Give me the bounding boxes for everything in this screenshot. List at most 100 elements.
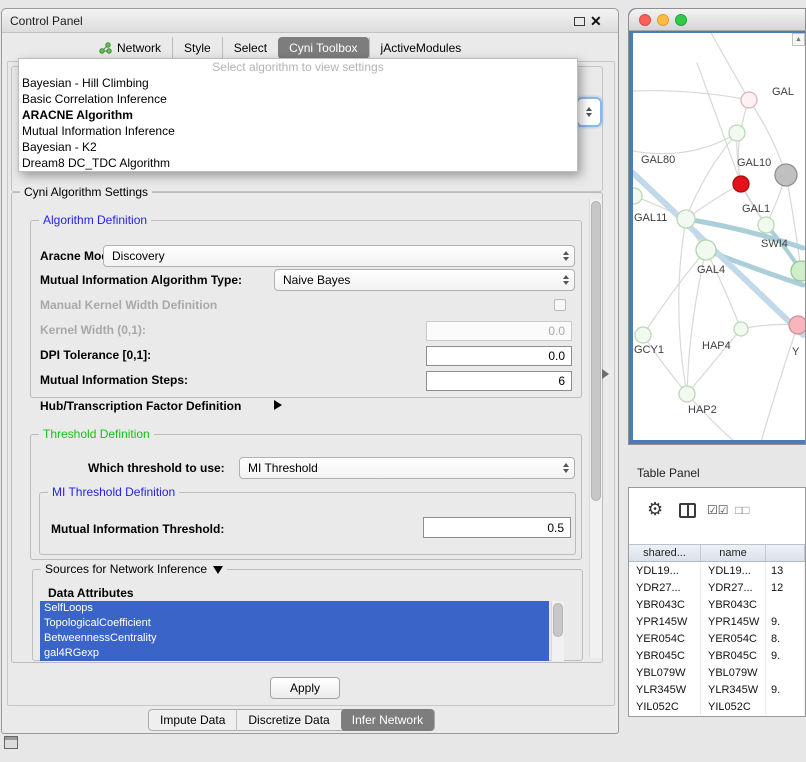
hub-definition-label[interactable]: Hub/Transcription Factor Definition <box>40 399 241 413</box>
table-cell[interactable]: 9. <box>766 681 805 698</box>
table-cell[interactable]: YLR345W <box>701 681 766 698</box>
tab-impute-data[interactable]: Impute Data <box>149 709 236 731</box>
column-header[interactable]: name <box>701 545 766 561</box>
table-row[interactable]: YBL079WYBL079W <box>629 664 805 681</box>
algorithm-item[interactable]: Bayesian - K2 <box>19 139 577 155</box>
deselect-all-columns-icon[interactable]: □□ <box>735 503 750 517</box>
table-cell[interactable]: 13 <box>766 562 805 579</box>
manual-kernel-checkbox[interactable] <box>554 299 566 311</box>
network-edge[interactable] <box>738 100 749 184</box>
tab-style[interactable]: Style <box>172 37 222 59</box>
show-columns-icon[interactable] <box>679 503 696 518</box>
close-traffic-light[interactable] <box>639 14 651 26</box>
tab-network[interactable]: Network <box>88 37 172 59</box>
network-canvas[interactable]: GALGAL80GAL10GAL11GAL1SWI4GAL4GCY1HAP4HA… <box>633 33 805 440</box>
table-cell[interactable]: YDL19... <box>701 562 766 579</box>
table-row[interactable]: YLR345WYLR345W9. <box>629 681 805 698</box>
list-item[interactable]: BetweennessCentrality <box>40 631 549 646</box>
network-edge[interactable] <box>711 33 749 100</box>
algorithm-placeholder-item[interactable]: Select algorithm to view settings <box>19 60 577 75</box>
table-row[interactable]: YDL19...YDL19...13 <box>629 562 805 579</box>
which-threshold-combo[interactable]: MI Threshold <box>239 457 575 479</box>
node-swi4[interactable] <box>791 261 805 281</box>
algorithm-item[interactable]: Basic Correlation Inference <box>19 91 577 107</box>
network-edge[interactable] <box>633 91 749 100</box>
column-header[interactable]: shared... <box>629 545 701 561</box>
network-edge[interactable] <box>686 184 741 219</box>
table-cell[interactable]: YPR145W <box>701 613 766 630</box>
table-cell[interactable] <box>766 596 805 613</box>
sources-group-title[interactable]: Sources for Network Inference <box>41 562 227 577</box>
table-row[interactable]: YDR27...YDR27...12 <box>629 579 805 596</box>
table-cell[interactable] <box>766 664 805 681</box>
table-cell[interactable]: 8. <box>766 630 805 647</box>
list-scrollbar[interactable] <box>551 601 564 661</box>
node-hap4[interactable] <box>734 322 748 336</box>
expand-right-icon[interactable] <box>274 400 282 410</box>
list-item[interactable]: gal4RGexp <box>40 646 549 661</box>
algorithm-combo-arrow-button[interactable] <box>576 97 602 127</box>
table-cell[interactable]: 9. <box>766 647 805 664</box>
apply-button[interactable]: Apply <box>270 677 340 699</box>
network-canvas-svg[interactable]: GALGAL80GAL10GAL11GAL1SWI4GAL4GCY1HAP4HA… <box>633 33 805 440</box>
tab-jactivemodules[interactable]: jActiveModules <box>369 37 473 59</box>
mi-threshold-field[interactable]: 0.5 <box>423 517 571 538</box>
node-pink-right[interactable] <box>789 316 805 334</box>
list-item[interactable]: TopologicalCoefficient <box>40 616 549 631</box>
node-hap2[interactable] <box>679 386 695 402</box>
node-gal1[interactable] <box>758 217 774 233</box>
kernel-width-field[interactable]: 0.0 <box>426 321 572 341</box>
table-cell[interactable]: YER054C <box>629 630 701 647</box>
scrollbar-thumb[interactable] <box>553 603 563 637</box>
network-edge[interactable] <box>687 394 735 440</box>
aracne-mode-combo[interactable]: Discovery <box>103 245 575 267</box>
node-gal11[interactable] <box>677 210 695 228</box>
algorithm-item-selected[interactable]: ARACNE Algorithm <box>19 107 577 123</box>
table-cell[interactable]: YBR043C <box>629 596 701 613</box>
network-edge[interactable] <box>643 250 706 335</box>
select-all-columns-icon[interactable]: ☑☑ <box>707 503 729 517</box>
network-edge[interactable] <box>679 219 687 394</box>
column-header[interactable] <box>766 545 805 561</box>
node-gray[interactable] <box>775 164 797 186</box>
table-cell[interactable]: 9. <box>766 613 805 630</box>
control-panel-titlebar[interactable]: Control Panel ✕ <box>2 9 618 33</box>
tab-cyni-toolbox[interactable]: Cyni Toolbox <box>278 37 368 59</box>
algorithm-item[interactable]: Dream8 DC_TDC Algorithm <box>19 155 577 171</box>
node-gal4[interactable] <box>696 240 716 260</box>
table-cell[interactable]: YBR045C <box>701 647 766 664</box>
table-cell[interactable]: YER054C <box>701 630 766 647</box>
node-green-top[interactable] <box>729 125 745 141</box>
table-cell[interactable]: YBR045C <box>629 647 701 664</box>
dpi-tolerance-field[interactable]: 0.0 <box>426 346 572 366</box>
table-row[interactable]: YBR045CYBR045C9. <box>629 647 805 664</box>
table-row[interactable]: YBR043CYBR043C <box>629 596 805 613</box>
network-edge[interactable] <box>687 329 741 394</box>
tab-discretize-data[interactable]: Discretize Data <box>236 709 340 731</box>
table-row[interactable]: YER054CYER054C8. <box>629 630 805 647</box>
settings-scrollbar[interactable] <box>589 199 602 658</box>
table-cell[interactable]: YIL052C <box>701 698 766 715</box>
table-row[interactable]: YIL052CYIL052C <box>629 698 805 715</box>
tab-select[interactable]: Select <box>222 37 278 59</box>
zoom-traffic-light[interactable] <box>675 14 687 26</box>
table-cell[interactable]: 12 <box>766 579 805 596</box>
close-icon[interactable]: ✕ <box>590 12 602 30</box>
node-left[interactable] <box>633 188 642 204</box>
splitter-collapse-arrow[interactable] <box>602 369 609 379</box>
table-cell[interactable]: YDL19... <box>629 562 701 579</box>
node-gal10[interactable] <box>733 176 749 192</box>
table-cell[interactable]: YPR145W <box>629 613 701 630</box>
scroll-up-button[interactable]: ▲ <box>792 33 805 46</box>
network-window-titlebar[interactable] <box>629 9 805 31</box>
list-item[interactable]: SelfLoops <box>40 601 549 616</box>
tab-infer-network[interactable]: Infer Network <box>341 709 434 731</box>
table-cell[interactable]: YIL052C <box>629 698 701 715</box>
mi-type-combo[interactable]: Naive Bayes <box>274 269 575 291</box>
algorithm-item[interactable]: Mutual Information Inference <box>19 123 577 139</box>
node-pink-top[interactable] <box>741 92 757 108</box>
table-cell[interactable]: YBL079W <box>701 664 766 681</box>
table-cell[interactable]: YBL079W <box>629 664 701 681</box>
table-cell[interactable]: YDR27... <box>701 579 766 596</box>
float-window-icon[interactable] <box>574 17 585 26</box>
